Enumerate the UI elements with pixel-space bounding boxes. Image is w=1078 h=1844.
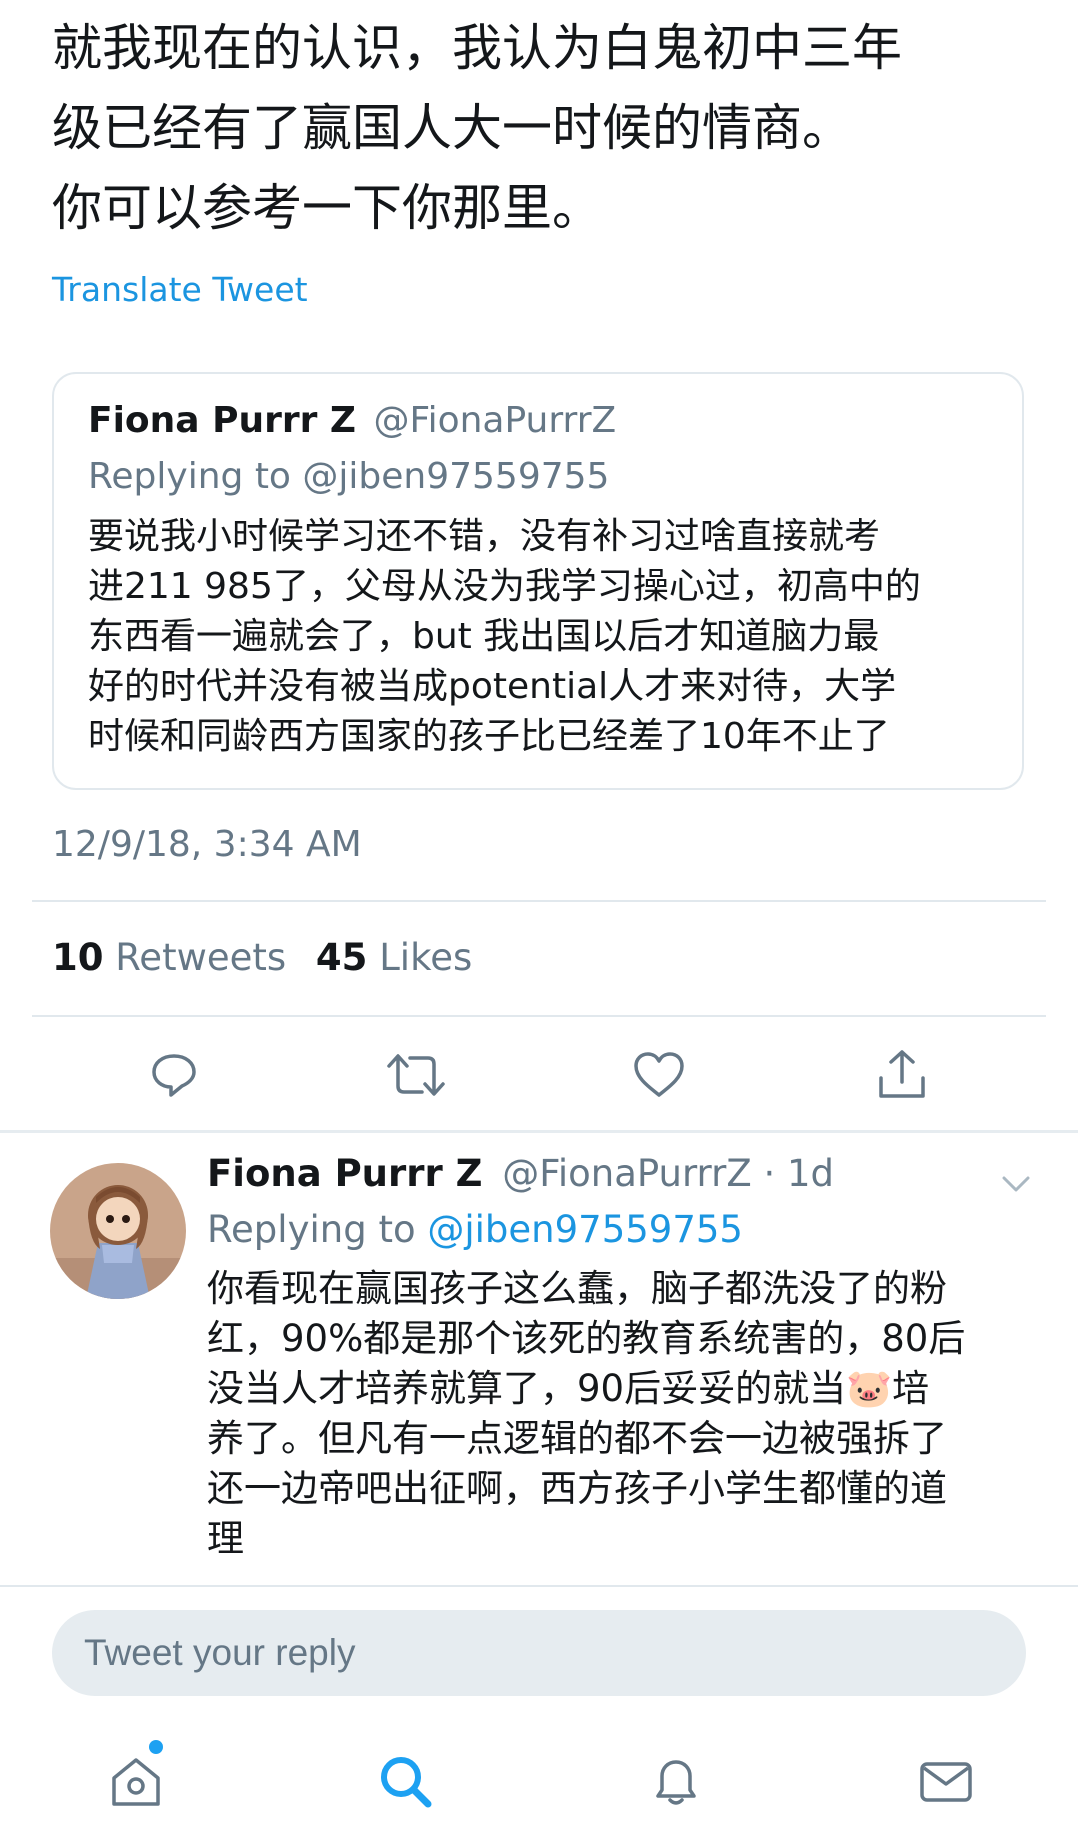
replying-mention-link[interactable]: @jiben97559755 (427, 1208, 743, 1251)
messages-icon (920, 1762, 972, 1802)
reply-text: 你看现在赢国孩子这么蠢，脑子都洗没了的粉 红，90%都是那个该死的教育系统害的，… (207, 1267, 966, 1560)
reply-input[interactable] (52, 1610, 1026, 1696)
likes-count: 45 (315, 936, 368, 979)
reply-header: Fiona Purrr Z @FionaPurrrZ · 1d (207, 1152, 834, 1195)
like-icon (634, 1052, 684, 1097)
like-button[interactable] (629, 1045, 689, 1105)
translate-tweet-link[interactable]: Translate Tweet (52, 270, 308, 309)
tweet-action-bar (0, 1045, 1078, 1105)
home-icon (112, 1758, 160, 1806)
notifications-icon (656, 1760, 696, 1805)
likes-label: Likes (379, 936, 473, 979)
replying-prefix: Replying to (207, 1208, 428, 1251)
search-icon (381, 1757, 432, 1808)
retweets-stat[interactable]: 10 Retweets (52, 936, 298, 979)
divider (0, 1585, 1078, 1587)
quoted-author-handle: @FionaPurrrZ (373, 400, 617, 441)
quoted-tweet-card[interactable]: Fiona Purrr Z @FionaPurrrZ Replying to @… (52, 372, 1024, 790)
retweet-icon (387, 1054, 445, 1096)
divider (32, 1015, 1046, 1017)
reply-author-handle[interactable]: @FionaPurrrZ (502, 1152, 751, 1195)
section-divider (0, 1130, 1078, 1133)
tab-home[interactable] (96, 1742, 176, 1822)
reply-button[interactable] (144, 1045, 204, 1105)
tweet-stats: 10 Retweets 45 Likes (52, 936, 472, 979)
chevron-down-icon (1002, 1176, 1030, 1192)
retweets-label: Retweets (115, 936, 287, 979)
tab-search[interactable] (366, 1742, 446, 1822)
quoted-replying-to: Replying to @jiben97559755 (88, 456, 610, 497)
share-icon (879, 1050, 925, 1098)
likes-stat[interactable]: 45 Likes (316, 936, 472, 979)
quoted-tweet-header: Fiona Purrr Z @FionaPurrrZ (88, 400, 616, 441)
avatar[interactable] (50, 1163, 186, 1299)
tab-messages[interactable] (906, 1742, 986, 1822)
bottom-tab-bar (0, 1740, 1078, 1822)
reply-replying-to: Replying to @jiben97559755 (207, 1208, 743, 1251)
quoted-tweet-text: 要说我小时候学习还不错，没有补习过啥直接就考 进211 985了，父母从没为我学… (88, 516, 921, 757)
tab-notifications[interactable] (636, 1742, 716, 1822)
divider (32, 900, 1046, 902)
avatar-image (50, 1163, 186, 1299)
retweet-button[interactable] (386, 1045, 446, 1105)
reply-time: · 1d (763, 1152, 835, 1195)
reply-author-name[interactable]: Fiona Purrr Z (207, 1152, 482, 1195)
home-notification-dot (149, 1740, 163, 1754)
retweets-count: 10 (52, 936, 104, 979)
reply-icon (152, 1054, 196, 1097)
quoted-author-name: Fiona Purrr Z (88, 400, 357, 441)
tweet-timestamp: 12/9/18, 3:34 AM (52, 824, 362, 865)
share-button[interactable] (872, 1045, 932, 1105)
tweet-text: 就我现在的认识，我认为白鬼初中三年 级已经有了赢国人大一时候的情商。 你可以参考… (52, 19, 902, 237)
reply-menu-button[interactable] (996, 1168, 1036, 1198)
